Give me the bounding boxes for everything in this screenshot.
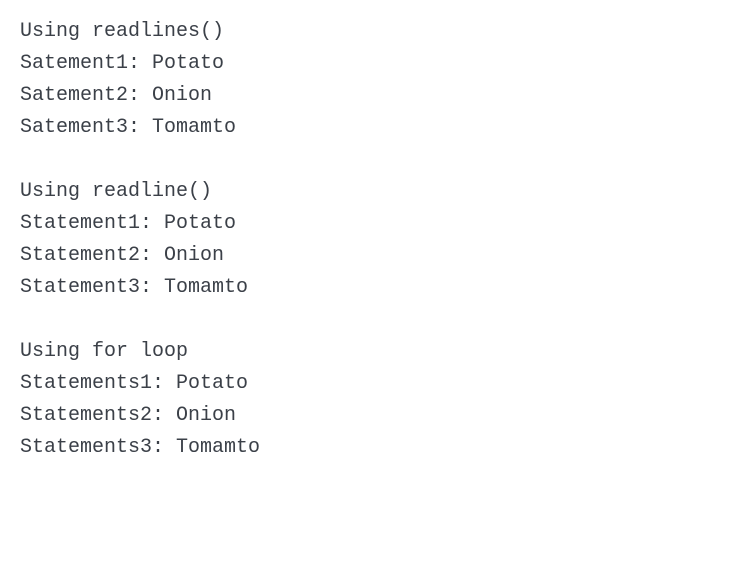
blank-line <box>20 304 717 336</box>
block-2-header: Using readline() <box>20 176 717 208</box>
block-1-line-3: Satement3: Tomamto <box>20 112 717 144</box>
block-2-line-3: Statement3: Tomamto <box>20 272 717 304</box>
block-3-line-2: Statements2: Onion <box>20 400 717 432</box>
block-3-line-3: Statements3: Tomamto <box>20 432 717 464</box>
block-3-line-1: Statements1: Potato <box>20 368 717 400</box>
block-1-header: Using readlines() <box>20 16 717 48</box>
block-1-line-1: Satement1: Potato <box>20 48 717 80</box>
blank-line <box>20 144 717 176</box>
block-2-line-2: Statement2: Onion <box>20 240 717 272</box>
block-3-header: Using for loop <box>20 336 717 368</box>
block-1-line-2: Satement2: Onion <box>20 80 717 112</box>
block-2-line-1: Statement1: Potato <box>20 208 717 240</box>
